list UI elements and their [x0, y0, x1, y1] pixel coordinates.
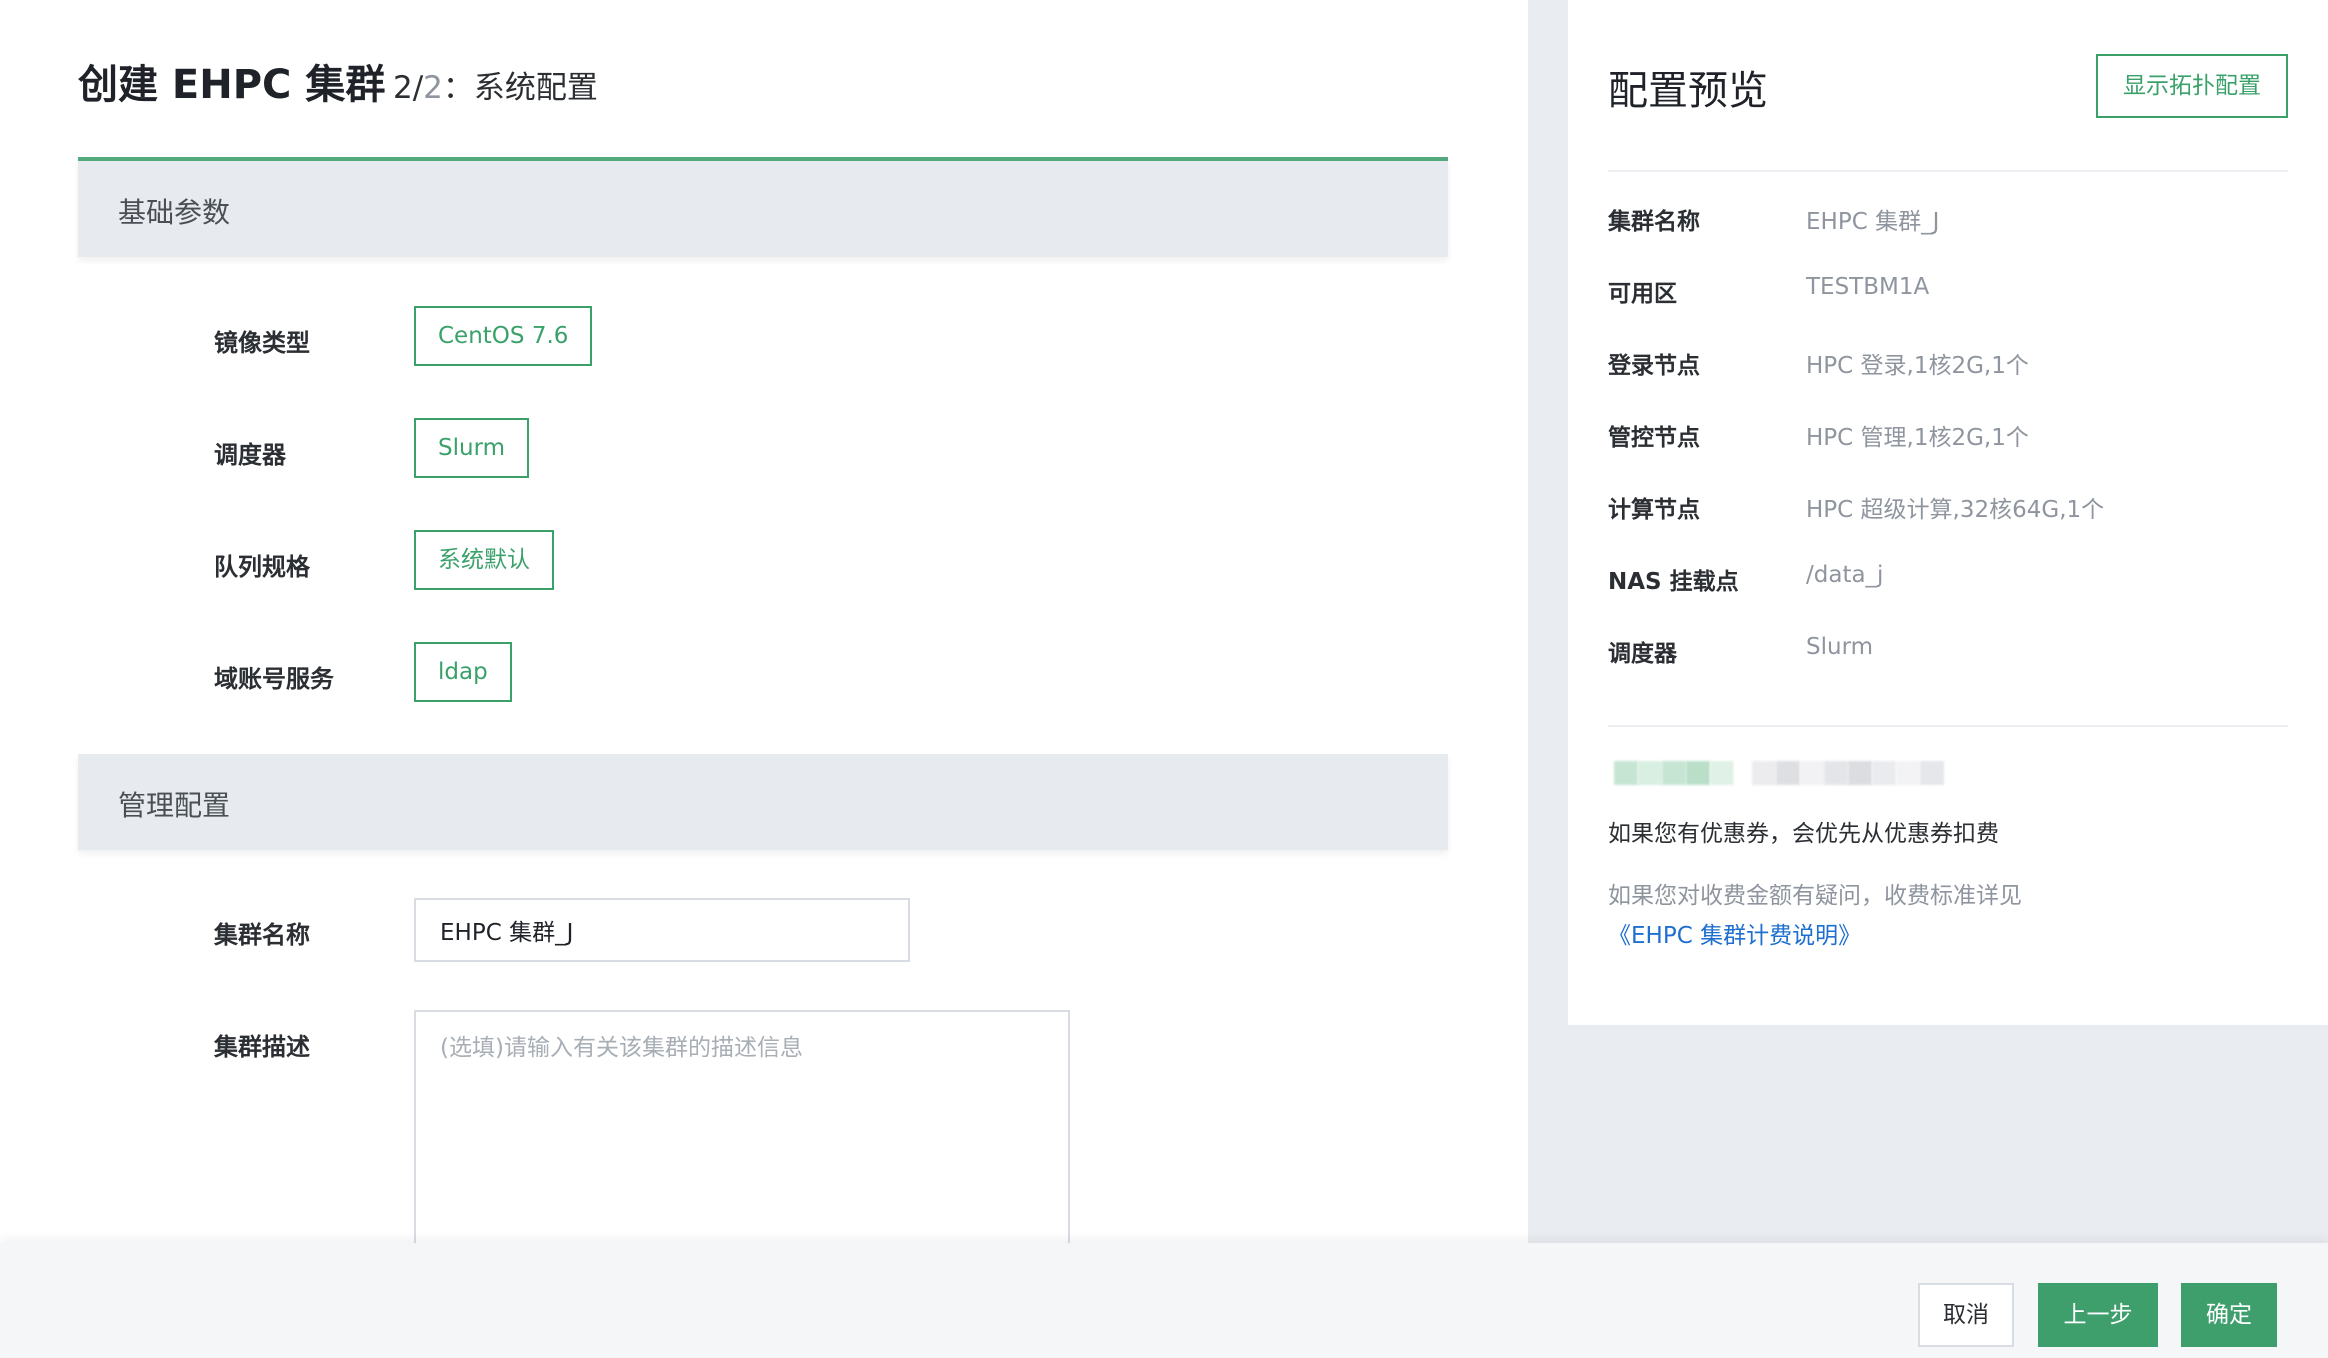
scheduler-option[interactable]: Slurm	[414, 418, 530, 478]
fee-note: 如果您对收费金额有疑问，收费标准详见《EHPC 集群计费说明》	[1608, 876, 2268, 956]
preview-key-nas-mount: NAS 挂载点	[1608, 569, 1739, 595]
preview-key-login-node: 登录节点	[1608, 353, 1700, 379]
preview-value-compute-node: HPC 超级计算,32核64G,1个	[1806, 497, 2105, 523]
show-topology-button[interactable]: 显示拓扑配置	[2096, 54, 2288, 118]
page-title: 创建 EHPC 集群	[78, 62, 386, 108]
queue-spec-label: 队列规格	[214, 553, 310, 581]
step-current: 2/	[393, 70, 424, 106]
preview-title: 配置预览	[1608, 68, 1768, 114]
preview-value-login-node: HPC 登录,1核2G,1个	[1806, 353, 2029, 379]
confirm-button[interactable]: 确定	[2181, 1283, 2277, 1347]
cluster-name-label: 集群名称	[214, 921, 310, 949]
section-title-basic: 基础参数	[118, 196, 231, 229]
queue-spec-option[interactable]: 系统默认	[414, 530, 554, 590]
main-panel: 创建 EHPC 集群 2/2：系统配置 基础参数 镜像类型 CentOS 7.6…	[0, 0, 1528, 1243]
step-separator: ：	[442, 70, 474, 106]
preview-divider-top	[1608, 170, 2288, 172]
step-total: 2	[423, 70, 443, 106]
fee-note-text: 如果您对收费金额有疑问，收费标准详见	[1608, 883, 2022, 909]
preview-divider-bottom	[1608, 725, 2288, 727]
cluster-desc-label: 集群描述	[214, 1033, 310, 1061]
fee-doc-link[interactable]: 《EHPC 集群计费说明》	[1608, 923, 1861, 949]
image-type-label: 镜像类型	[214, 329, 310, 357]
preview-value-zone: TESTBM1A	[1806, 274, 1930, 300]
preview-key-manage-node: 管控节点	[1608, 425, 1700, 451]
previous-step-button[interactable]: 上一步	[2038, 1283, 2158, 1347]
coupon-note: 如果您有优惠券，会优先从优惠券扣费	[1608, 821, 1999, 847]
image-type-option[interactable]: CentOS 7.6	[414, 306, 593, 366]
step-indicator: 2/2：系统配置	[393, 62, 598, 107]
step-name: 系统配置	[473, 70, 598, 106]
scheduler-label: 调度器	[214, 441, 286, 469]
manage-config-section: 管理配置	[78, 754, 1448, 850]
preview-key-compute-node: 计算节点	[1608, 497, 1700, 523]
section-title-manage: 管理配置	[118, 789, 231, 822]
preview-value-nas-mount: /data_j	[1806, 562, 1884, 588]
preview-key-cluster-name: 集群名称	[1608, 209, 1700, 235]
preview-key-scheduler: 调度器	[1608, 641, 1677, 667]
preview-value-scheduler: Slurm	[1806, 634, 1874, 660]
preview-key-zone: 可用区	[1608, 281, 1677, 307]
domain-account-label: 域账号服务	[214, 665, 334, 693]
cluster-name-input[interactable]	[414, 898, 910, 962]
preview-value-manage-node: HPC 管理,1核2G,1个	[1806, 425, 2029, 451]
cancel-button[interactable]: 取消	[1918, 1283, 2014, 1347]
basic-params-section: 基础参数	[78, 157, 1448, 257]
preview-value-cluster-name: EHPC 集群_J	[1806, 209, 1940, 235]
blurred-price	[1614, 761, 1944, 785]
cluster-desc-textarea[interactable]	[414, 1010, 1070, 1243]
domain-account-option[interactable]: ldap	[414, 642, 512, 702]
